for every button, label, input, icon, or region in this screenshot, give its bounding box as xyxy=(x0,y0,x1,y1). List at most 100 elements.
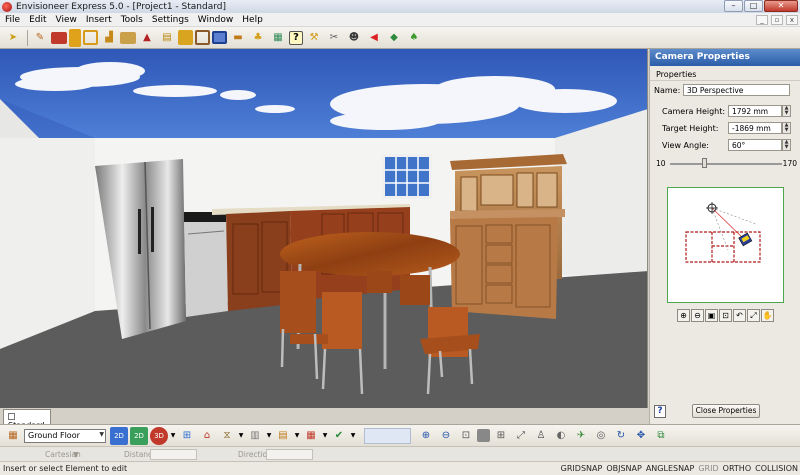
layer-dropdown-icon[interactable]: ▼ xyxy=(322,427,328,445)
floor-plan-preview[interactable] xyxy=(668,188,784,303)
camera-height-spinner[interactable]: ▲ ▼ xyxy=(782,105,791,117)
plant-icon[interactable]: ♠ xyxy=(405,29,423,47)
gridsnap-toggle[interactable]: GRIDSNAP xyxy=(561,464,603,473)
camera-properties-icon[interactable]: ⧉ xyxy=(652,427,670,445)
view-angle-spinner[interactable]: ▲ ▼ xyxy=(782,139,791,151)
material-icon[interactable] xyxy=(178,30,193,45)
maximize-button[interactable]: □ xyxy=(744,0,763,12)
name-field[interactable]: 3D Perspective xyxy=(683,84,790,96)
zoom-in-tool-icon[interactable]: ⊕ xyxy=(417,427,435,445)
minimize-button[interactable]: – xyxy=(724,0,743,12)
monitor-icon[interactable] xyxy=(212,31,227,44)
look-icon[interactable]: ◐ xyxy=(552,427,570,445)
3d-viewport[interactable] xyxy=(0,49,648,408)
camera-minimap[interactable] xyxy=(667,187,784,303)
layout-grid-icon[interactable]: ⊞ xyxy=(178,427,196,445)
render-style-icon[interactable]: ⧖ xyxy=(218,427,236,445)
menu-insert[interactable]: Insert xyxy=(86,15,112,25)
zoom-window-icon[interactable]: ▣ xyxy=(705,309,718,322)
doc-restore-button[interactable]: ▫ xyxy=(771,14,783,25)
dining-table[interactable] xyxy=(280,232,460,276)
wall-tool-icon[interactable] xyxy=(51,31,67,44)
2d-elevation-view-icon[interactable]: 2D xyxy=(130,426,148,445)
close-button[interactable]: ✕ xyxy=(764,0,798,12)
rotate-icon[interactable]: ↻ xyxy=(612,427,630,445)
camera-height-field[interactable]: 1792 mm xyxy=(728,105,782,117)
window-icon[interactable] xyxy=(83,30,98,45)
direction-field[interactable] xyxy=(266,449,313,460)
select-arrow-icon[interactable]: ➤ xyxy=(4,29,22,47)
cabinet-view-icon[interactable]: ▤ xyxy=(274,427,292,445)
doc-minimize-button[interactable]: _ xyxy=(756,14,768,25)
doc-close-button[interactable]: x xyxy=(786,14,798,25)
slider-thumb[interactable] xyxy=(702,158,707,168)
target-height-spinner[interactable]: ▲ ▼ xyxy=(782,122,791,134)
menu-help[interactable]: Help xyxy=(242,15,263,25)
objsnap-toggle[interactable]: OBJSNAP xyxy=(606,464,642,473)
collision-toggle[interactable]: COLLISION xyxy=(755,464,798,473)
anglesnap-toggle[interactable]: ANGLESNAP xyxy=(646,464,695,473)
fill-view-icon[interactable] xyxy=(477,429,490,442)
fit-extents-icon[interactable]: ⤢ xyxy=(512,427,530,445)
stairs-icon[interactable]: ▟ xyxy=(100,29,118,47)
house-view-icon[interactable]: ⌂ xyxy=(198,427,216,445)
3d-dropdown-icon[interactable]: ▼ xyxy=(170,427,176,445)
landscape-icon[interactable]: ▦ xyxy=(269,29,287,47)
3d-view-button[interactable]: 3D xyxy=(150,426,168,445)
tools-icon[interactable]: ⚒ xyxy=(305,29,323,47)
zoom-fit-icon[interactable]: ⊡ xyxy=(719,309,732,322)
lamp-icon[interactable]: ♣ xyxy=(249,29,267,47)
terrain-icon[interactable]: ◆ xyxy=(385,29,403,47)
zoom-previous-icon[interactable]: ↶ xyxy=(733,309,746,322)
cabinet-icon[interactable] xyxy=(120,31,136,44)
roof-icon[interactable]: ▲ xyxy=(138,29,156,47)
view-angle-slider[interactable]: 10 170 xyxy=(650,155,800,173)
menu-view[interactable]: View xyxy=(56,15,77,25)
slider-track[interactable] xyxy=(670,163,782,165)
walk-icon[interactable]: ♙ xyxy=(532,427,550,445)
menu-file[interactable]: File xyxy=(5,15,20,25)
texture-dropdown-icon[interactable]: ▼ xyxy=(266,427,272,445)
target-height-field[interactable]: -1869 mm xyxy=(728,122,782,134)
render-dropdown-icon[interactable]: ▼ xyxy=(238,427,244,445)
move-icon[interactable]: ✥ xyxy=(632,427,650,445)
zoom-out-icon[interactable]: ⊖ xyxy=(691,309,704,322)
pan-hand-icon[interactable]: ✋ xyxy=(761,309,774,322)
paint-brush-icon[interactable]: ✎ xyxy=(31,29,49,47)
zoom-all-icon[interactable]: ⊞ xyxy=(492,427,510,445)
layer-icon[interactable]: ▦ xyxy=(302,427,320,445)
arrow-icon[interactable]: ◀ xyxy=(365,29,383,47)
coord-mode-chevron-icon[interactable]: ▼ xyxy=(73,450,79,459)
zoom-window-tool-icon[interactable]: ⊡ xyxy=(457,427,475,445)
menu-tools[interactable]: Tools xyxy=(121,15,143,25)
texture-icon[interactable]: ▥ xyxy=(246,427,264,445)
check-layers-icon[interactable]: ✔ xyxy=(330,427,348,445)
help-button[interactable]: ? xyxy=(654,405,666,418)
tab-standard[interactable]: Standard xyxy=(3,409,51,430)
floor-dropdown[interactable]: Ground Floor ▼ xyxy=(24,428,106,443)
zoom-extents-icon[interactable]: ⤢ xyxy=(747,309,760,322)
zoom-out-tool-icon[interactable]: ⊖ xyxy=(437,427,455,445)
sofa-icon[interactable]: ▬ xyxy=(229,29,247,47)
floor-icon[interactable]: ▤ xyxy=(158,29,176,47)
cabinet-dropdown-icon[interactable]: ▼ xyxy=(294,427,300,445)
dimension-icon[interactable]: ✂ xyxy=(325,29,343,47)
ortho-toggle[interactable]: ORTHO xyxy=(723,464,751,473)
distance-field[interactable] xyxy=(150,449,197,460)
person-icon[interactable]: ☻ xyxy=(345,29,363,47)
zoom-in-icon[interactable]: ⊕ xyxy=(677,309,690,322)
grid-toggle[interactable]: GRID xyxy=(698,464,718,473)
fly-icon[interactable]: ✈ xyxy=(572,427,590,445)
blank-input-field[interactable] xyxy=(364,427,411,444)
orbit-icon[interactable]: ◎ xyxy=(592,427,610,445)
check-dropdown-icon[interactable]: ▼ xyxy=(350,427,356,445)
menu-edit[interactable]: Edit xyxy=(29,15,46,25)
frame-icon[interactable] xyxy=(195,30,210,45)
floor-selector-icon[interactable]: ▦ xyxy=(4,427,22,445)
3d-scene[interactable] xyxy=(0,49,648,408)
menu-settings[interactable]: Settings xyxy=(152,15,189,25)
2d-plan-view-icon[interactable]: 2D xyxy=(110,426,128,445)
close-properties-button[interactable]: Close Properties xyxy=(692,404,760,418)
menu-window[interactable]: Window xyxy=(198,15,234,25)
help-icon[interactable]: ? xyxy=(289,30,303,45)
